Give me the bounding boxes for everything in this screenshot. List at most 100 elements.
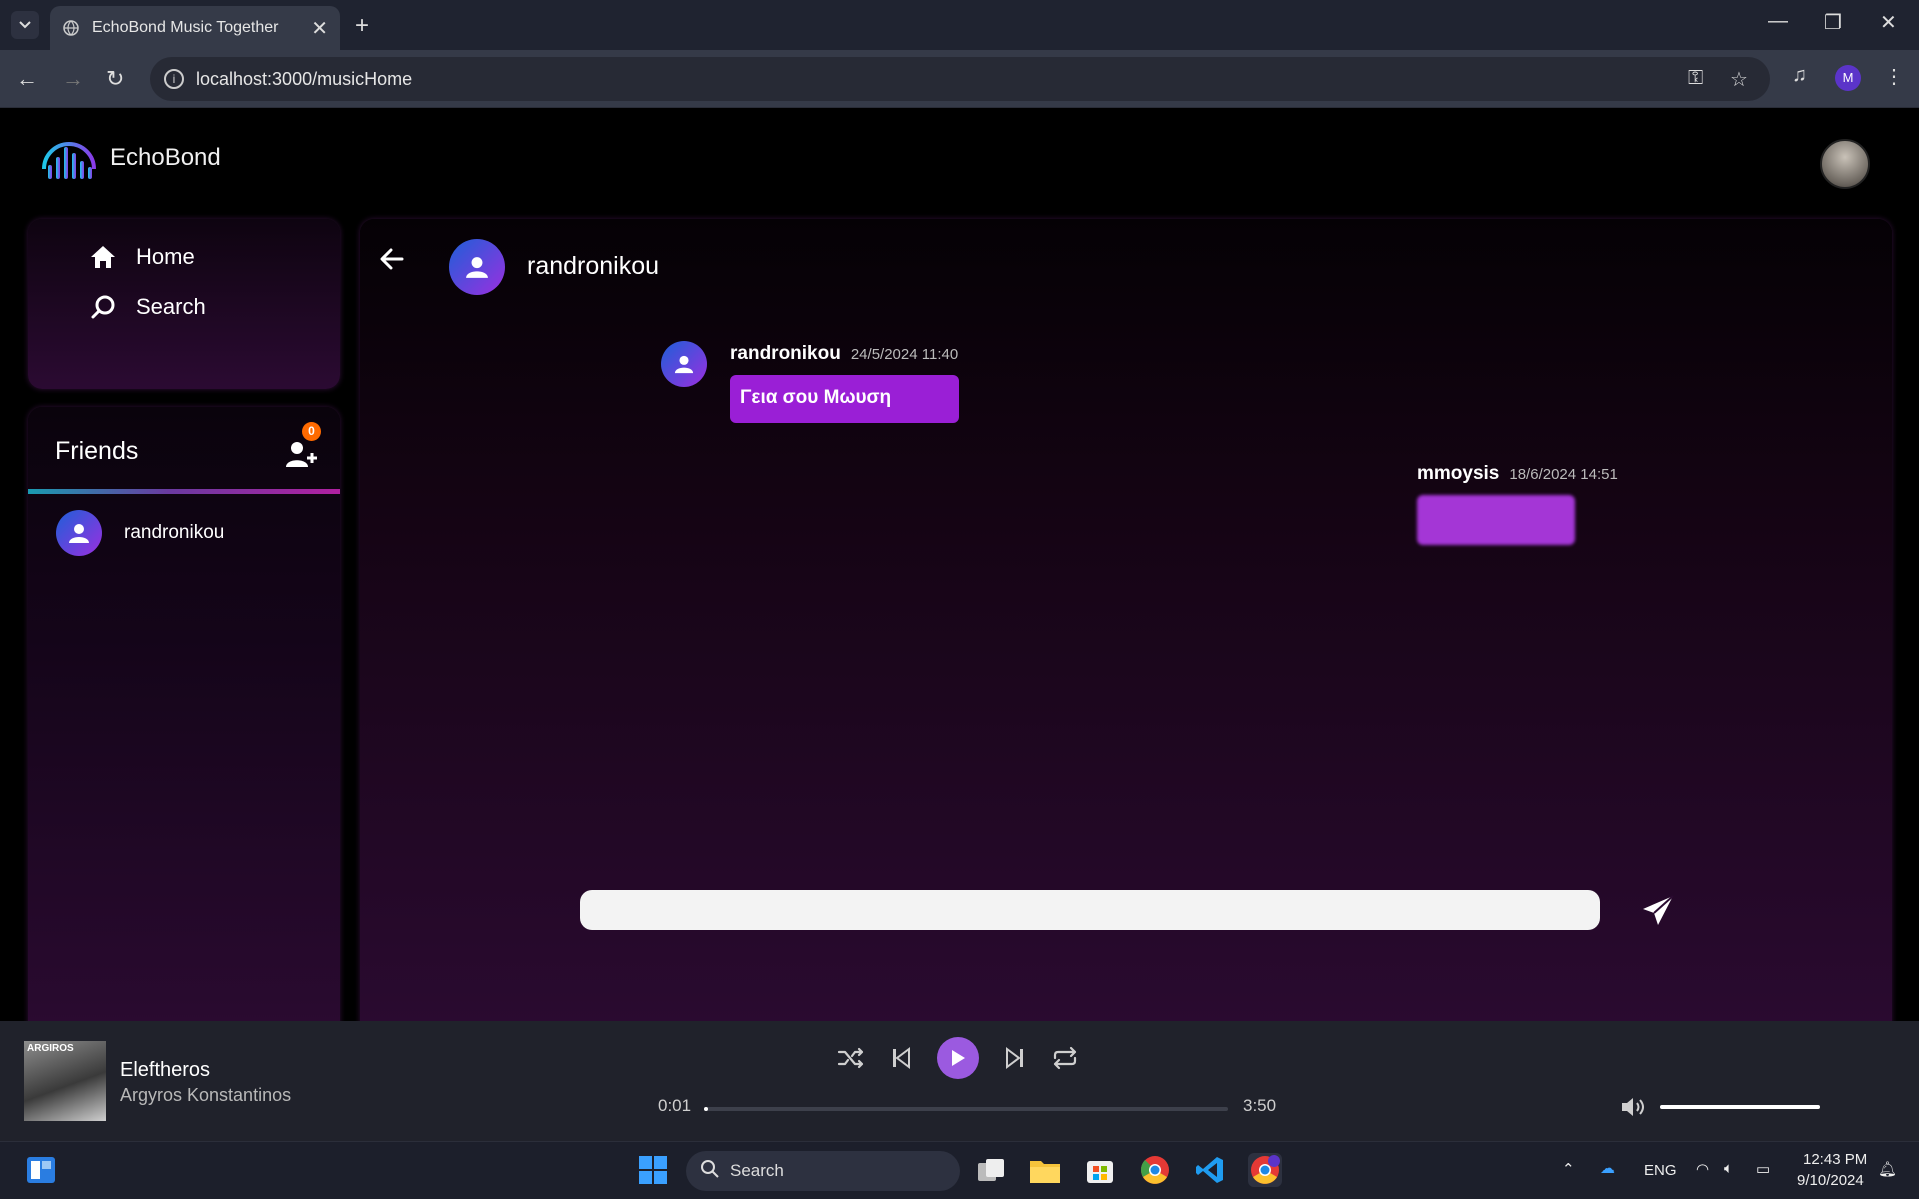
language-indicator[interactable]: ENG bbox=[1644, 1162, 1677, 1179]
nav-item-label: Search bbox=[136, 294, 206, 319]
nav-item-search[interactable]: Search bbox=[88, 292, 206, 322]
shuffle-icon[interactable] bbox=[836, 1043, 866, 1073]
nav-item-home[interactable]: Home bbox=[88, 242, 195, 272]
send-icon[interactable] bbox=[1640, 893, 1676, 929]
clock-time[interactable]: 12:43 PM bbox=[1803, 1151, 1867, 1168]
app-root: EchoBond Home Search Friends 0 randronik… bbox=[0, 109, 1919, 1027]
message-outgoing: mmoysis 18/6/2024 14:51 bbox=[1417, 463, 1618, 545]
more-menu-icon[interactable]: ⋮ bbox=[1884, 64, 1904, 89]
notification-bell-icon[interactable]: 🔔︎ bbox=[1878, 1160, 1897, 1178]
task-view-icon[interactable] bbox=[974, 1153, 1008, 1187]
battery-icon[interactable]: ▭ bbox=[1756, 1160, 1770, 1178]
user-icon bbox=[674, 355, 694, 374]
speaker-icon[interactable]: 🔈︎ bbox=[1724, 1160, 1733, 1177]
user-avatar[interactable] bbox=[1820, 139, 1870, 189]
password-key-icon[interactable]: ⚿ bbox=[1688, 67, 1703, 90]
progress-fill bbox=[704, 1107, 709, 1111]
forward-nav-icon[interactable]: → bbox=[62, 66, 84, 92]
message-avatar bbox=[661, 341, 707, 387]
browser-tab-bar: EchoBond Music Together ✕ + — ❐ ✕ bbox=[0, 0, 1919, 50]
onedrive-icon[interactable]: ☁ bbox=[1600, 1159, 1615, 1177]
user-icon bbox=[69, 524, 89, 543]
chat-panel: randronikou randronikou 24/5/2024 11:40 Γ… bbox=[360, 219, 1892, 1027]
message-bubble bbox=[1417, 495, 1575, 545]
wifi-icon[interactable]: ◠ bbox=[1696, 1160, 1709, 1178]
friend-request-badge: 0 bbox=[302, 422, 321, 441]
nav-card: Home Search bbox=[28, 219, 340, 389]
next-track-icon[interactable] bbox=[1000, 1043, 1030, 1073]
reload-icon[interactable]: ↻ bbox=[106, 66, 124, 92]
song-title: Eleftheros bbox=[120, 1059, 211, 1081]
url-text: localhost:3000/musicHome bbox=[196, 68, 413, 89]
search-icon bbox=[88, 292, 118, 322]
duration-time: 3:50 bbox=[1243, 1096, 1277, 1115]
play-button[interactable] bbox=[937, 1037, 979, 1079]
widgets-icon[interactable] bbox=[24, 1153, 58, 1187]
message-sender: randronikou bbox=[730, 343, 841, 364]
previous-track-icon[interactable] bbox=[886, 1043, 916, 1073]
taskbar-search-label: Search bbox=[730, 1161, 784, 1180]
media-control-icon[interactable]: ♫ bbox=[1792, 64, 1807, 87]
repeat-icon[interactable] bbox=[1050, 1043, 1080, 1073]
bookmark-star-icon[interactable]: ☆ bbox=[1730, 67, 1748, 92]
friends-panel: Friends 0 randronikou bbox=[28, 407, 340, 1027]
os-taskbar: Search ⌃ ☁ ENG ◠ 🔈︎ ▭ 12:43 PM 9/10/2024… bbox=[0, 1141, 1919, 1199]
echobond-logo-icon bbox=[42, 142, 96, 179]
address-bar-row: ← → ↻ i localhost:3000/musicHome ⚿ ☆ ♫ M… bbox=[0, 50, 1919, 108]
chrome-icon[interactable] bbox=[1138, 1153, 1172, 1187]
home-icon bbox=[88, 242, 118, 272]
tab-search-button[interactable] bbox=[11, 11, 39, 39]
browser-tab[interactable]: EchoBond Music Together ✕ bbox=[50, 6, 340, 50]
friends-divider bbox=[28, 489, 340, 494]
volume-fill bbox=[1660, 1105, 1820, 1109]
restore-icon[interactable]: ❐ bbox=[1824, 10, 1842, 35]
window-close-icon[interactable]: ✕ bbox=[1880, 10, 1897, 35]
nav-item-label: Home bbox=[136, 244, 195, 269]
cover-label: ARGIROS bbox=[27, 1043, 74, 1054]
message-input[interactable] bbox=[580, 890, 1600, 930]
message-timestamp: 24/5/2024 11:40 bbox=[850, 346, 959, 363]
globe-icon bbox=[62, 19, 80, 37]
message-bubble: Γεια σου Μωυση bbox=[730, 375, 959, 423]
album-cover[interactable]: ARGIROS bbox=[24, 1041, 106, 1121]
vscode-icon[interactable] bbox=[1193, 1153, 1227, 1187]
chevron-down-icon bbox=[19, 21, 31, 29]
message-meta: randronikou 24/5/2024 11:40 bbox=[730, 343, 958, 365]
user-icon bbox=[466, 257, 488, 278]
chat-contact-name: randronikou bbox=[527, 252, 660, 280]
friend-avatar bbox=[56, 510, 102, 556]
play-icon bbox=[952, 1050, 965, 1066]
windows-start-icon[interactable] bbox=[636, 1153, 670, 1187]
back-nav-icon[interactable]: ← bbox=[16, 66, 38, 92]
taskbar-search[interactable]: Search bbox=[686, 1151, 960, 1191]
message-sender: mmoysis bbox=[1417, 463, 1500, 484]
brand-logo[interactable]: EchoBond bbox=[38, 129, 221, 187]
new-tab-button[interactable]: + bbox=[355, 12, 369, 40]
song-artist: Argyros Konstantinos bbox=[120, 1085, 292, 1105]
chat-contact-avatar[interactable] bbox=[449, 239, 505, 295]
show-hidden-icons[interactable]: ⌃ bbox=[1562, 1160, 1575, 1178]
site-info-icon[interactable]: i bbox=[164, 69, 184, 89]
elapsed-time: 0:01 bbox=[658, 1096, 692, 1115]
friends-title: Friends bbox=[55, 437, 139, 465]
clock-date[interactable]: 9/10/2024 bbox=[1797, 1172, 1864, 1189]
minimize-icon[interactable]: — bbox=[1768, 10, 1788, 33]
volume-slider[interactable] bbox=[1660, 1105, 1820, 1109]
friend-list-item[interactable]: randronikou bbox=[56, 510, 224, 556]
music-player: ARGIROS Eleftheros Argyros Konstantinos … bbox=[0, 1021, 1919, 1141]
back-arrow-icon[interactable] bbox=[378, 245, 406, 273]
search-icon bbox=[700, 1159, 720, 1184]
message-meta: mmoysis 18/6/2024 14:51 bbox=[1417, 463, 1618, 485]
store-icon[interactable] bbox=[1083, 1153, 1117, 1187]
omnibox[interactable]: i localhost:3000/musicHome ⚿ ☆ bbox=[150, 57, 1770, 101]
progress-bar[interactable] bbox=[704, 1107, 1228, 1111]
brand-name: EchoBond bbox=[110, 144, 221, 171]
chrome-profile-icon[interactable] bbox=[1248, 1153, 1282, 1187]
message-timestamp: 18/6/2024 14:51 bbox=[1509, 466, 1618, 483]
friend-name: randronikou bbox=[124, 522, 225, 543]
file-explorer-icon[interactable] bbox=[1028, 1153, 1062, 1187]
tab-close-icon[interactable]: ✕ bbox=[311, 16, 328, 41]
profile-avatar[interactable]: M bbox=[1835, 65, 1861, 91]
add-friend-icon[interactable] bbox=[284, 437, 318, 471]
volume-icon[interactable] bbox=[1620, 1095, 1648, 1119]
